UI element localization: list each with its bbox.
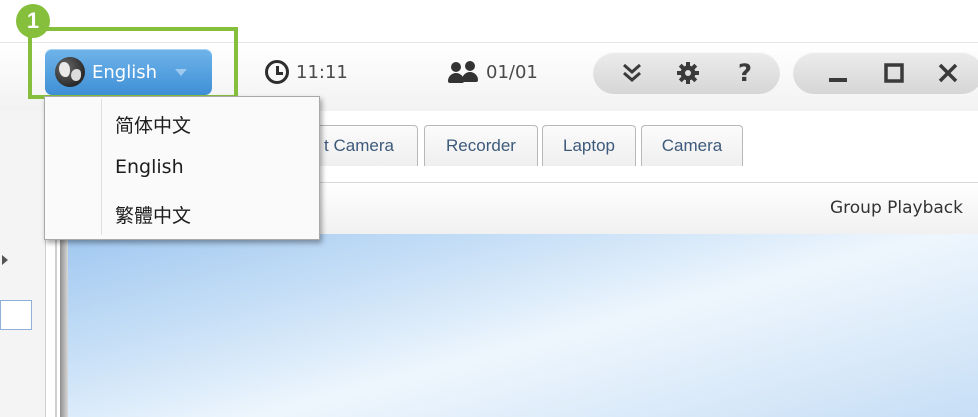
minimize-icon[interactable] bbox=[818, 52, 858, 94]
gear-icon[interactable] bbox=[668, 52, 708, 94]
users-icon bbox=[448, 61, 480, 83]
step-highlight-box bbox=[28, 27, 238, 99]
expand-arrow-icon[interactable] bbox=[2, 255, 8, 265]
close-icon[interactable] bbox=[928, 52, 968, 94]
user-count-text: 01/01 bbox=[486, 61, 538, 83]
clock-icon bbox=[265, 60, 289, 84]
step-badge: 1 bbox=[16, 4, 50, 38]
menu-item-simplified-chinese[interactable]: 简体中文 bbox=[115, 111, 191, 138]
left-panel bbox=[0, 110, 46, 417]
menu-item-english[interactable]: English bbox=[115, 156, 184, 178]
double-chevron-down-icon[interactable] bbox=[612, 52, 652, 94]
menu-gutter-divider bbox=[101, 99, 102, 235]
video-view-area[interactable] bbox=[60, 234, 978, 417]
menu-item-traditional-chinese[interactable]: 繁體中文 bbox=[115, 201, 191, 228]
user-count-display: 01/01 bbox=[448, 57, 538, 87]
tab-camera[interactable]: Camera bbox=[641, 125, 743, 166]
group-playback-button[interactable]: Group Playback bbox=[830, 198, 963, 218]
question-icon[interactable]: ? bbox=[725, 52, 765, 94]
left-list-item[interactable] bbox=[0, 300, 32, 330]
time-display: 11:11 bbox=[265, 57, 348, 87]
view-area-edge bbox=[60, 234, 68, 417]
tab-laptop[interactable]: Laptop bbox=[542, 125, 636, 166]
language-dropdown-menu: 简体中文 English 繁體中文 bbox=[44, 96, 320, 240]
maximize-icon[interactable] bbox=[874, 52, 914, 94]
time-text: 11:11 bbox=[296, 61, 348, 83]
tab-recorder[interactable]: Recorder bbox=[424, 125, 538, 166]
